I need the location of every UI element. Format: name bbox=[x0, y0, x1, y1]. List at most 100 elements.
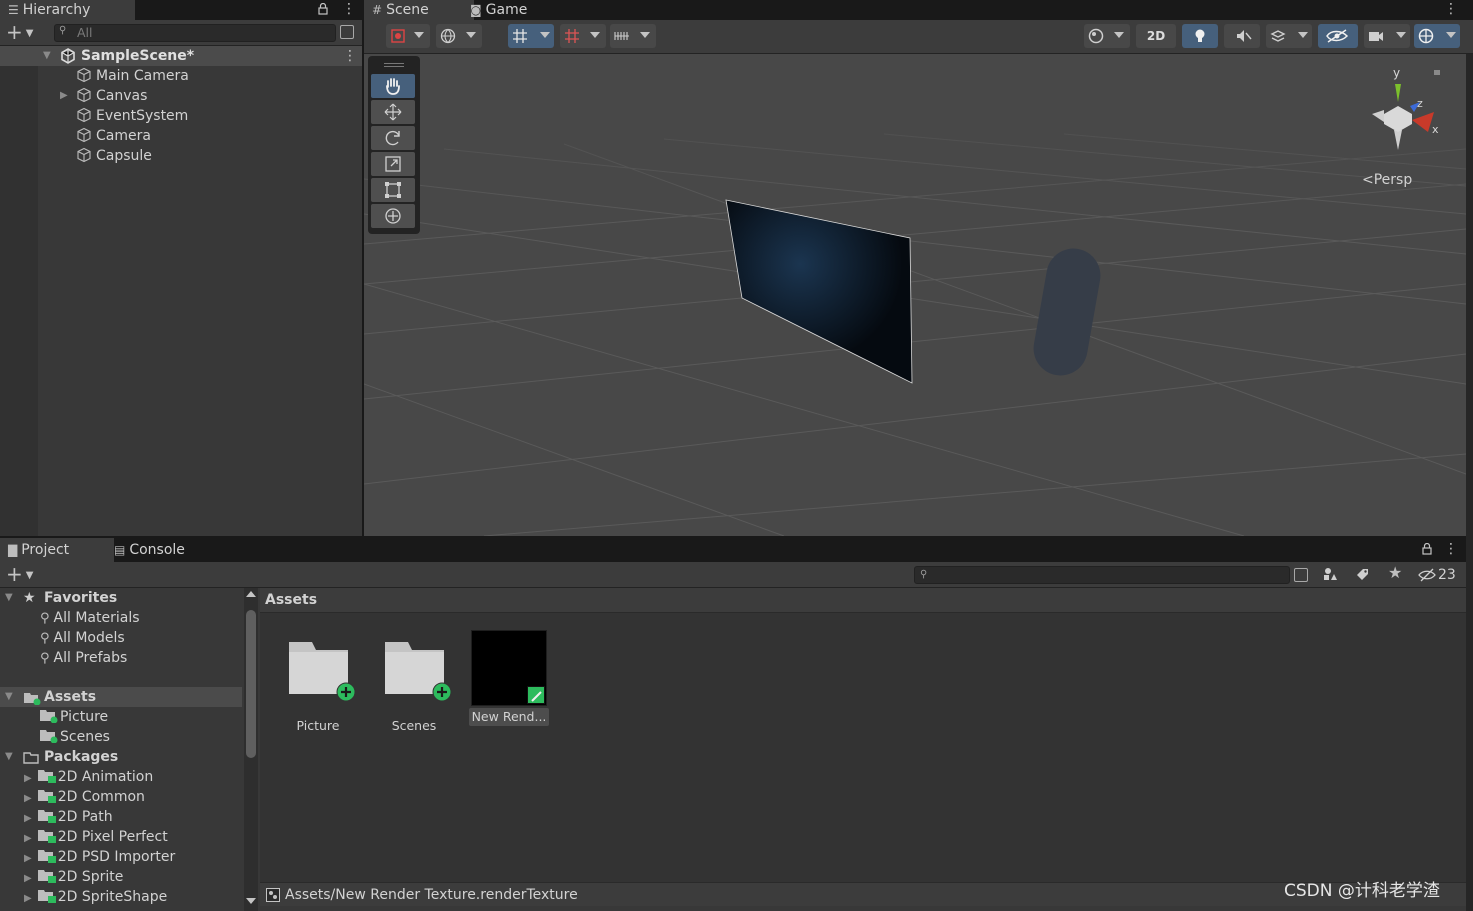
folder-large-icon bbox=[385, 642, 452, 702]
collapse-arrow-icon[interactable]: ▼ bbox=[5, 687, 13, 707]
hierarchy-item-eventsystem[interactable]: EventSystem bbox=[76, 106, 188, 126]
kebab-menu-icon[interactable]: ⋮ bbox=[342, 2, 356, 18]
collapse-arrow-icon[interactable]: ▼ bbox=[5, 588, 13, 608]
transform-tool[interactable] bbox=[371, 204, 415, 228]
breadcrumb-assets[interactable]: Assets bbox=[265, 588, 317, 612]
increment-snap-button[interactable] bbox=[560, 24, 606, 48]
ruler-icon bbox=[614, 32, 629, 40]
assets-item-picture[interactable]: Picture bbox=[40, 707, 108, 727]
save-search-star-icon[interactable]: ★ bbox=[1388, 564, 1404, 582]
scroll-up-arrow-icon[interactable] bbox=[246, 591, 256, 597]
collapse-arrow-icon[interactable]: ▼ bbox=[43, 50, 51, 61]
favorite-item-all-models[interactable]: ⚲ All Models bbox=[40, 628, 125, 648]
project-search-field[interactable]: ⚲ bbox=[914, 566, 1290, 584]
tab-hierarchy[interactable]: ☰ Hierarchy bbox=[0, 0, 135, 20]
audio-toggle-button[interactable] bbox=[1224, 24, 1260, 48]
tab-game[interactable]: ◙ Game bbox=[462, 0, 558, 20]
hierarchy-item-capsule[interactable]: Capsule bbox=[76, 146, 152, 166]
expand-arrow-icon[interactable]: ▶ bbox=[24, 893, 32, 904]
draw-mode-button[interactable] bbox=[386, 24, 430, 48]
hierarchy-search-field[interactable]: ⚲ All bbox=[54, 24, 336, 42]
hierarchy-search-placeholder: All bbox=[77, 25, 93, 40]
render-mode-button[interactable] bbox=[436, 24, 482, 48]
tree-item-label: 2D Sprite bbox=[57, 869, 124, 885]
orientation-gizmo[interactable]: y z x bbox=[1354, 66, 1444, 156]
add-object-button[interactable]: + ▼ bbox=[6, 22, 40, 42]
scrollbar-thumb[interactable] bbox=[246, 610, 256, 758]
favorites-header[interactable]: ▼ ★ Favorites bbox=[0, 588, 242, 608]
search-settings-icon[interactable] bbox=[1294, 568, 1308, 582]
expand-arrow-icon[interactable]: ▶ bbox=[24, 773, 32, 784]
rect-tool[interactable] bbox=[371, 178, 415, 202]
asset-grid-area: Assets bbox=[260, 588, 1466, 882]
scene-camera-button[interactable] bbox=[1364, 24, 1410, 48]
hidden-packages-toggle[interactable]: 23 bbox=[1418, 565, 1466, 585]
gizmos-button[interactable] bbox=[1414, 24, 1460, 48]
expand-arrow-icon[interactable]: ▶ bbox=[24, 853, 32, 864]
expand-arrow-icon[interactable]: ▶ bbox=[24, 813, 32, 824]
search-icon: ⚲ bbox=[59, 25, 67, 36]
favorite-item-all-prefabs[interactable]: ⚲ All Prefabs bbox=[40, 648, 127, 668]
project-kebab-icon[interactable]: ⋮ bbox=[1444, 542, 1458, 556]
hierarchy-item-main-camera[interactable]: Main Camera bbox=[76, 66, 189, 86]
scene-viewport[interactable]: y z x <Persp bbox=[364, 54, 1466, 536]
status-path: Assets/New Render Texture.renderTexture bbox=[285, 887, 578, 903]
assets-folder-icon bbox=[23, 691, 41, 706]
expand-arrow-icon[interactable]: ▶ bbox=[24, 873, 32, 884]
project-lock-icon[interactable] bbox=[1422, 542, 1432, 555]
toggle-2d-button[interactable]: 2D bbox=[1136, 24, 1176, 48]
scene-kebab-icon[interactable]: ⋮ bbox=[1444, 2, 1458, 16]
grid-snap-button[interactable] bbox=[508, 24, 554, 48]
hierarchy-item-camera[interactable]: Camera bbox=[76, 126, 151, 146]
tree-scrollbar[interactable] bbox=[244, 588, 258, 911]
effects-button[interactable] bbox=[1084, 24, 1130, 48]
package-item-2d-psd-importer[interactable]: ▶ 2D PSD Importer bbox=[24, 847, 175, 867]
search-by-type-icon[interactable] bbox=[340, 25, 354, 39]
packages-tree-header[interactable]: ▼ Packages bbox=[0, 747, 242, 767]
scene-visibility-button[interactable] bbox=[1318, 24, 1358, 48]
collapse-arrow-icon[interactable]: ▼ bbox=[5, 747, 13, 767]
hierarchy-item-label: Capsule bbox=[96, 148, 152, 164]
package-item-2d-path[interactable]: ▶ 2D Path bbox=[24, 807, 113, 827]
scroll-down-arrow-icon[interactable] bbox=[246, 898, 256, 904]
package-item-2d-common[interactable]: ▶ 2D Common bbox=[24, 787, 145, 807]
scene-fx-button[interactable] bbox=[1266, 24, 1312, 48]
create-asset-button[interactable]: + ▼ bbox=[6, 564, 40, 584]
projection-label: Persp bbox=[1373, 172, 1413, 188]
filter-by-label-icon[interactable] bbox=[1354, 566, 1370, 582]
favorite-item-all-materials[interactable]: ⚲ All Materials bbox=[40, 608, 140, 628]
filter-by-type-icon[interactable] bbox=[1322, 566, 1338, 582]
projection-toggle[interactable]: <Persp bbox=[1362, 172, 1426, 190]
ruler-snap-button[interactable] bbox=[610, 24, 656, 48]
tab-scene-label: Scene bbox=[386, 2, 429, 18]
rotate-tool[interactable] bbox=[371, 126, 415, 150]
lock-icon[interactable] bbox=[318, 2, 328, 15]
package-item-2d-sprite[interactable]: ▶ 2D Sprite bbox=[24, 867, 123, 887]
dropdown-arrow-icon bbox=[1114, 32, 1124, 38]
favorites-star-icon: ★ bbox=[23, 590, 36, 606]
package-item-2d-pixel-perfect[interactable]: ▶ 2D Pixel Perfect bbox=[24, 827, 168, 847]
hand-tool[interactable] bbox=[371, 74, 415, 98]
scene-header-row[interactable]: ▼ SampleScene* ⋮ bbox=[0, 46, 362, 66]
package-folder-icon bbox=[37, 870, 56, 883]
tab-project[interactable]: ▇ Project bbox=[0, 538, 114, 562]
package-item-2d-spriteshape[interactable]: ▶ 2D SpriteShape bbox=[24, 887, 167, 907]
expand-arrow-icon[interactable]: ▶ bbox=[24, 833, 32, 844]
scale-tool[interactable] bbox=[371, 152, 415, 176]
tools-drag-handle[interactable] bbox=[384, 63, 404, 67]
lighting-toggle-button[interactable] bbox=[1182, 24, 1218, 48]
scene-menu-icon[interactable]: ⋮ bbox=[343, 46, 357, 66]
move-tool[interactable] bbox=[371, 100, 415, 124]
expand-arrow-icon[interactable]: ▶ bbox=[60, 86, 68, 106]
tab-hierarchy-label: Hierarchy bbox=[22, 2, 91, 18]
tree-item-label: 2D Common bbox=[57, 789, 145, 805]
package-item-2d-animation[interactable]: ▶ 2D Animation bbox=[24, 767, 153, 787]
tab-scene[interactable]: # Scene bbox=[364, 0, 474, 20]
hierarchy-item-canvas[interactable]: ▶ Canvas bbox=[60, 86, 147, 106]
dropdown-arrow-icon bbox=[1298, 32, 1308, 38]
expand-arrow-icon[interactable]: ▶ bbox=[24, 793, 32, 804]
assets-tree-header[interactable]: ▼ Assets bbox=[0, 687, 242, 707]
tab-console[interactable]: ▤ Console bbox=[106, 538, 222, 562]
package-folder-icon bbox=[37, 830, 56, 843]
assets-item-scenes[interactable]: Scenes bbox=[40, 727, 110, 747]
